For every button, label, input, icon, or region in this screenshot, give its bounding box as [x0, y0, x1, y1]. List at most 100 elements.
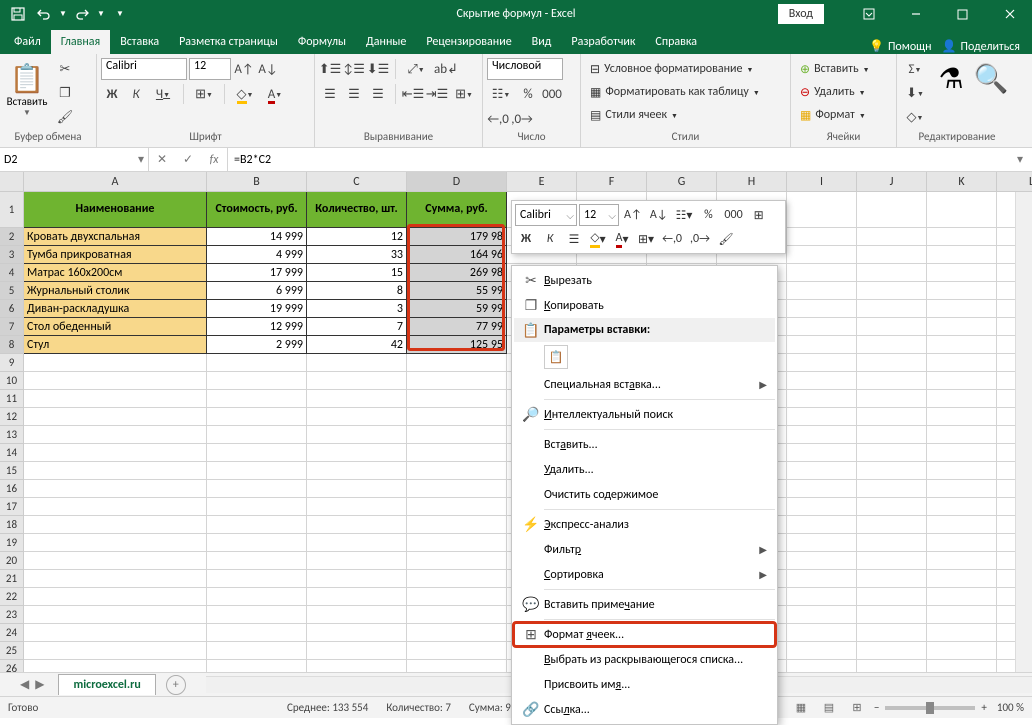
cell[interactable]: [407, 552, 507, 570]
cell[interactable]: [307, 354, 407, 372]
minimize-icon[interactable]: [893, 0, 938, 28]
row-header[interactable]: 24: [0, 624, 24, 642]
cell[interactable]: [787, 282, 857, 300]
tab-developer[interactable]: Разработчик: [561, 30, 645, 54]
ribbon-display-options-icon[interactable]: [846, 0, 891, 28]
sort-filter-button[interactable]: ⚗: [933, 58, 969, 98]
cell[interactable]: [787, 390, 857, 408]
cell[interactable]: [207, 372, 307, 390]
context-sort[interactable]: Сортировка ▶: [514, 562, 775, 587]
cell[interactable]: [24, 570, 207, 588]
align-top-icon[interactable]: ⬆☰: [319, 58, 341, 80]
cancel-formula-icon[interactable]: ✕: [149, 149, 175, 171]
cell[interactable]: [787, 228, 857, 246]
cell[interactable]: [407, 624, 507, 642]
row-header[interactable]: 16: [0, 480, 24, 498]
formula-bar-expand-icon[interactable]: ▾: [1008, 148, 1032, 171]
tab-review[interactable]: Рецензирование: [416, 30, 521, 54]
cell[interactable]: [407, 372, 507, 390]
cell[interactable]: [407, 660, 507, 672]
cell[interactable]: [857, 588, 927, 606]
cell[interactable]: [307, 606, 407, 624]
mini-merge-icon[interactable]: ⊞: [748, 204, 770, 226]
fill-color-button[interactable]: ◇ ▼: [231, 83, 259, 105]
data-cell[interactable]: 33: [307, 246, 407, 264]
cell[interactable]: [857, 516, 927, 534]
format-as-table-button[interactable]: ▦Форматировать как таблицу▼: [585, 81, 765, 103]
row-header[interactable]: 7: [0, 318, 24, 336]
cell[interactable]: [307, 462, 407, 480]
name-cell[interactable]: Диван-раскладушка: [24, 300, 207, 318]
mini-decrease-decimal-icon[interactable]: ,0→: [687, 228, 713, 250]
tab-home[interactable]: Главная: [51, 30, 110, 54]
data-cell[interactable]: 164 96: [407, 246, 507, 264]
column-header[interactable]: I: [787, 172, 857, 192]
mini-borders-icon[interactable]: ⊞▾: [635, 228, 657, 250]
data-cell[interactable]: 59 99: [407, 300, 507, 318]
cell[interactable]: [407, 498, 507, 516]
cell[interactable]: [307, 408, 407, 426]
cell[interactable]: [407, 480, 507, 498]
row-header[interactable]: 4: [0, 264, 24, 282]
cell[interactable]: [787, 426, 857, 444]
cell[interactable]: [857, 444, 927, 462]
cell[interactable]: [207, 534, 307, 552]
table-header-cell[interactable]: Наименование: [24, 192, 207, 228]
cell[interactable]: [207, 480, 307, 498]
context-clear-contents[interactable]: Очистить содержимое: [514, 482, 775, 507]
context-smart-lookup[interactable]: 🔎 Интеллектуальный поиск: [514, 402, 775, 427]
zoom-slider[interactable]: [885, 706, 975, 710]
cell[interactable]: [307, 588, 407, 606]
tab-data[interactable]: Данные: [356, 30, 416, 54]
data-cell[interactable]: 77 99: [407, 318, 507, 336]
cell[interactable]: [857, 426, 927, 444]
cell[interactable]: [857, 354, 927, 372]
mini-accounting-format-icon[interactable]: ☷▾: [673, 204, 696, 226]
increase-indent-icon[interactable]: ⇥☰: [426, 83, 448, 105]
cell[interactable]: [307, 570, 407, 588]
cell[interactable]: [207, 462, 307, 480]
mini-fill-color-icon[interactable]: ◇▾: [587, 228, 609, 250]
merge-center-icon[interactable]: ⊞ ▼: [450, 83, 478, 105]
name-cell[interactable]: Стул: [24, 336, 207, 354]
data-cell[interactable]: 14 999: [207, 228, 307, 246]
mini-increase-font-icon[interactable]: A↑: [621, 204, 645, 226]
cell[interactable]: [927, 372, 997, 390]
insert-cells-button[interactable]: ⊕Вставить▼: [795, 58, 875, 80]
row-header[interactable]: 8: [0, 336, 24, 354]
cell[interactable]: [407, 354, 507, 372]
cell[interactable]: [787, 192, 857, 228]
data-cell[interactable]: 42: [307, 336, 407, 354]
cell[interactable]: [207, 660, 307, 672]
cell[interactable]: [857, 192, 927, 228]
row-header[interactable]: 19: [0, 534, 24, 552]
cell[interactable]: [857, 498, 927, 516]
cell[interactable]: [787, 642, 857, 660]
font-color-button[interactable]: A ▼: [261, 83, 289, 105]
row-header[interactable]: 2: [0, 228, 24, 246]
cell[interactable]: [24, 516, 207, 534]
column-header[interactable]: K: [927, 172, 997, 192]
paste-button[interactable]: 📋 Вставить ▼: [4, 58, 50, 120]
percent-style-icon[interactable]: %: [517, 83, 539, 105]
cell[interactable]: [24, 606, 207, 624]
column-header[interactable]: E: [507, 172, 577, 192]
cell[interactable]: [24, 660, 207, 672]
row-header[interactable]: 9: [0, 354, 24, 372]
cell[interactable]: [207, 570, 307, 588]
column-header[interactable]: C: [307, 172, 407, 192]
mini-align-icon[interactable]: ☰: [563, 228, 585, 250]
cell[interactable]: [857, 282, 927, 300]
row-header[interactable]: 3: [0, 246, 24, 264]
align-left-icon[interactable]: ☰: [319, 83, 341, 105]
row-header[interactable]: 14: [0, 444, 24, 462]
context-delete[interactable]: Удалить...: [514, 457, 775, 482]
cell[interactable]: [24, 624, 207, 642]
context-copy[interactable]: ❐ Копировать: [514, 293, 775, 318]
page-layout-view-icon[interactable]: ▤: [818, 699, 840, 717]
cell[interactable]: [787, 318, 857, 336]
name-cell[interactable]: Стол обеденный: [24, 318, 207, 336]
column-header[interactable]: A: [24, 172, 207, 192]
name-cell[interactable]: Тумба прикроватная: [24, 246, 207, 264]
cell[interactable]: [857, 570, 927, 588]
